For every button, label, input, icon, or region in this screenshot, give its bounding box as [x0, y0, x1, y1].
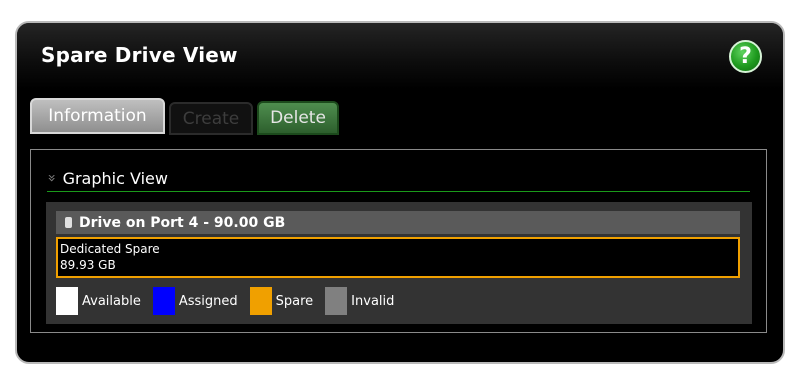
legend-swatch-spare [249, 287, 272, 315]
spare-drive-panel: Spare Drive View ? Information Create De… [15, 21, 785, 364]
dedicated-spare-segment[interactable]: Dedicated Spare 89.93 GB [56, 237, 740, 278]
section-title: Graphic View [62, 168, 168, 188]
legend-swatch-available [56, 287, 78, 315]
graphic-view-box: Drive on Port 4 - 90.00 GB Dedicated Spa… [46, 202, 752, 324]
tab-information[interactable]: Information [30, 98, 165, 134]
legend-swatch-assigned [152, 287, 175, 315]
legend-label-spare: Spare [275, 293, 314, 309]
legend: Available Assigned Spare Invalid [56, 287, 406, 315]
tab-delete[interactable]: Delete [257, 101, 339, 135]
drive-header-label: Drive on Port 4 - 90.00 GB [79, 214, 286, 231]
legend-label-assigned: Assigned [178, 293, 238, 309]
tab-content: » Graphic View Drive on Port 4 - 90.00 G… [30, 149, 767, 333]
segment-size: 89.93 GB [60, 258, 116, 272]
drive-header: Drive on Port 4 - 90.00 GB [56, 211, 740, 234]
legend-label-invalid: Invalid [351, 293, 395, 309]
segment-type: Dedicated Spare [60, 242, 160, 256]
legend-swatch-invalid [325, 287, 348, 315]
legend-label-available: Available [82, 293, 141, 309]
graphic-view-header[interactable]: » Graphic View [43, 165, 750, 192]
tab-create[interactable]: Create [169, 102, 253, 135]
help-icon[interactable]: ? [729, 40, 762, 73]
double-chevron-down-icon: » [43, 173, 60, 183]
panel-title: Spare Drive View [41, 43, 238, 67]
drive-icon [65, 217, 72, 228]
